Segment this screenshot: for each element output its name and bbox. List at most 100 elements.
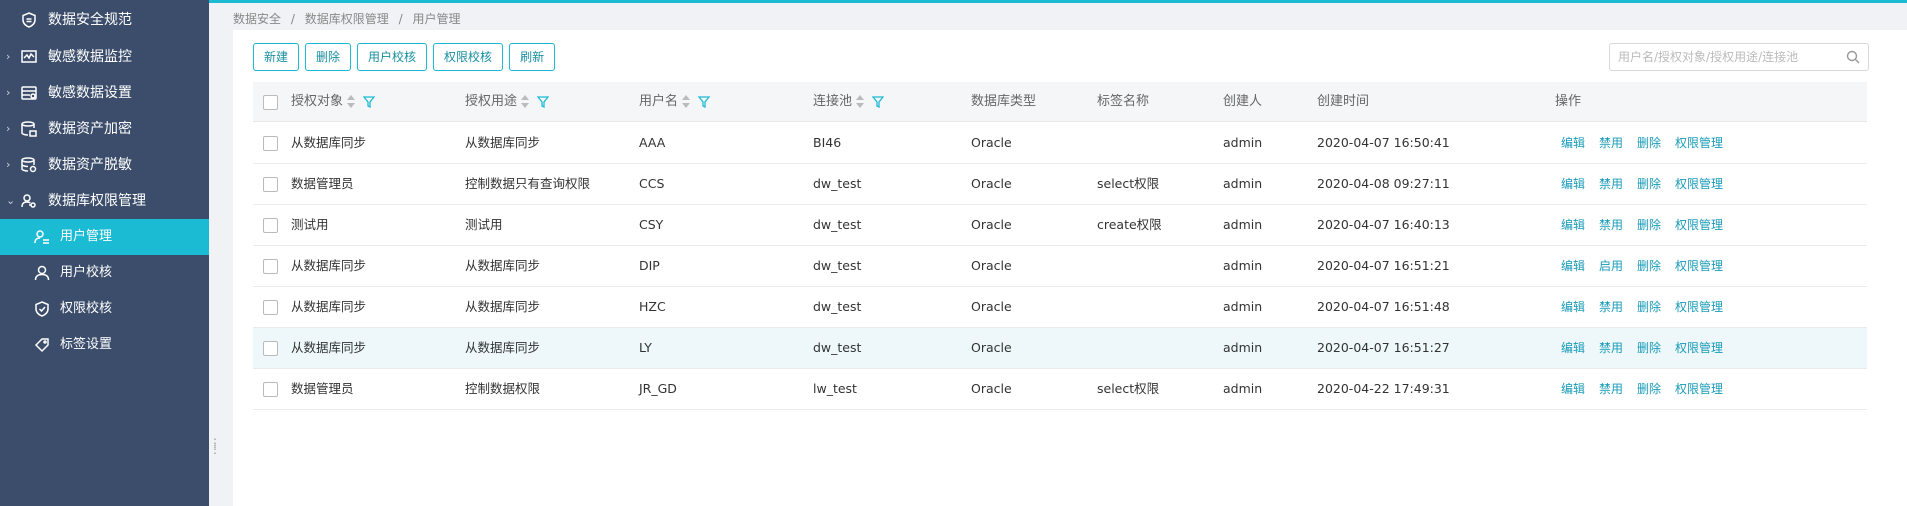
table-row[interactable]: 从数据库同步 从数据库同步 HZC dw_test Oracle admin 2020-04…: [253, 287, 1867, 328]
toggle-status-link[interactable]: 禁用: [1599, 300, 1623, 314]
filter-icon[interactable]: [363, 95, 376, 108]
row-checkbox[interactable]: [263, 136, 278, 151]
filter-icon[interactable]: [698, 95, 711, 108]
filter-icon[interactable]: [537, 95, 550, 108]
collapse-arrow-icon: ⌄: [6, 194, 16, 207]
delete-link[interactable]: 删除: [1637, 218, 1661, 232]
permission-manage-link[interactable]: 权限管理: [1675, 259, 1723, 273]
breadcrumb-item[interactable]: 数据安全: [233, 12, 281, 26]
row-checkbox[interactable]: [263, 177, 278, 192]
table-row[interactable]: 从数据库同步 从数据库同步 LY dw_test Oracle admin 2020-04-…: [253, 328, 1867, 369]
column-header-username[interactable]: 用户名: [639, 82, 711, 122]
new-button[interactable]: 新建: [253, 43, 300, 71]
edit-link[interactable]: 编辑: [1561, 300, 1585, 314]
cell-creator: admin: [1223, 340, 1263, 355]
sidebar-collapse-handle[interactable]: ⋮ ⋮: [209, 437, 221, 464]
row-checkbox[interactable]: [263, 382, 278, 397]
table-header: 授权对象 授权用途 用户名 连接池 数据库类型 标签名称 创建人 创建时间 操作: [253, 82, 1867, 122]
search-icon[interactable]: [1846, 50, 1860, 64]
column-header-target[interactable]: 授权对象: [291, 82, 376, 122]
cell-dbtype: Oracle: [971, 340, 1012, 355]
toggle-status-link[interactable]: 禁用: [1599, 218, 1623, 232]
refresh-button[interactable]: 刷新: [509, 43, 556, 71]
sidebar-subitem-user-management[interactable]: 用户管理: [0, 219, 209, 255]
sidebar-subitem-user-check[interactable]: 用户校核: [0, 255, 209, 291]
table-row[interactable]: 从数据库同步 从数据库同步 AAA BI46 Oracle admin 2020-04-07…: [253, 123, 1867, 164]
permission-check-button[interactable]: 权限校核: [433, 43, 504, 71]
toolbar: 新建 删除 用户校核 权限校核 刷新: [253, 43, 556, 71]
permission-manage-link[interactable]: 权限管理: [1675, 218, 1723, 232]
user-key-icon: [21, 194, 36, 208]
breadcrumb-separator: /: [398, 12, 403, 26]
cell-created: 2020-04-07 16:50:41: [1317, 135, 1450, 150]
sidebar-subitem-label: 用户管理: [60, 229, 113, 244]
delete-link[interactable]: 删除: [1637, 259, 1661, 273]
toggle-status-link[interactable]: 禁用: [1599, 136, 1623, 150]
sort-icon[interactable]: [347, 94, 356, 109]
sidebar-item-label: 数据库权限管理: [48, 193, 146, 209]
permission-manage-link[interactable]: 权限管理: [1675, 136, 1723, 150]
sort-icon[interactable]: [856, 94, 865, 109]
table-row[interactable]: 数据管理员 控制数据权限 JR_GD lw_test Oracle select权限 adm…: [253, 369, 1867, 410]
toggle-status-link[interactable]: 禁用: [1599, 382, 1623, 396]
user-check-button[interactable]: 用户校核: [357, 43, 428, 71]
sidebar-item-sensitive-settings[interactable]: › 敏感数据设置: [0, 75, 209, 111]
permission-manage-link[interactable]: 权限管理: [1675, 300, 1723, 314]
edit-link[interactable]: 编辑: [1561, 341, 1585, 355]
delete-link[interactable]: 删除: [1637, 136, 1661, 150]
breadcrumb-item[interactable]: 数据库权限管理: [305, 12, 389, 26]
cell-target: 从数据库同步: [291, 135, 367, 150]
sort-icon[interactable]: [521, 94, 530, 109]
delete-link[interactable]: 删除: [1637, 300, 1661, 314]
row-checkbox[interactable]: [263, 300, 278, 315]
row-checkbox[interactable]: [263, 218, 278, 233]
row-actions: 编辑 启用 删除 权限管理: [1561, 246, 1737, 286]
column-header-creator: 创建人: [1223, 94, 1263, 109]
delete-link[interactable]: 删除: [1637, 177, 1661, 191]
sidebar-item-sensitive-monitor[interactable]: › 敏感数据监控: [0, 39, 209, 75]
column-header-pool[interactable]: 连接池: [813, 82, 885, 122]
sidebar-item-db-permission[interactable]: ⌄ 数据库权限管理: [0, 183, 209, 219]
table-row[interactable]: 测试用 测试用 CSY dw_test Oracle create权限 admin 2020-…: [253, 205, 1867, 246]
sidebar-item-label: 敏感数据监控: [48, 49, 132, 65]
delete-link[interactable]: 删除: [1637, 382, 1661, 396]
edit-link[interactable]: 编辑: [1561, 177, 1585, 191]
sort-icon[interactable]: [682, 94, 691, 109]
edit-link[interactable]: 编辑: [1561, 218, 1585, 232]
sidebar-item-label: 敏感数据设置: [48, 85, 132, 101]
search-input[interactable]: [1618, 48, 1838, 66]
table-row[interactable]: 从数据库同步 从数据库同步 DIP dw_test Oracle admin 2020-04…: [253, 246, 1867, 287]
delete-button[interactable]: 删除: [305, 43, 352, 71]
expand-arrow-icon: ›: [6, 158, 11, 171]
sidebar-subitem-permission-check[interactable]: 权限校核: [0, 291, 209, 327]
toggle-status-link[interactable]: 禁用: [1599, 177, 1623, 191]
toggle-status-link[interactable]: 禁用: [1599, 341, 1623, 355]
column-header-operations: 操作: [1555, 94, 1582, 109]
cell-creator: admin: [1223, 381, 1263, 396]
sidebar-item-asset-encrypt[interactable]: › 数据资产加密: [0, 111, 209, 147]
sidebar-subitem-tag-settings[interactable]: 标签设置: [0, 327, 209, 363]
sidebar-item-label: 数据资产加密: [48, 121, 132, 137]
row-checkbox[interactable]: [263, 341, 278, 356]
column-header-dbtype: 数据库类型: [971, 94, 1037, 109]
sidebar-subitem-label: 标签设置: [60, 337, 113, 352]
table-row[interactable]: 数据管理员 控制数据只有查询权限 CCS dw_test Oracle select权限 a…: [253, 164, 1867, 205]
permission-manage-link[interactable]: 权限管理: [1675, 341, 1723, 355]
select-all-checkbox[interactable]: [263, 95, 278, 110]
edit-link[interactable]: 编辑: [1561, 259, 1585, 273]
filter-icon[interactable]: [872, 95, 885, 108]
sidebar-item-asset-mask[interactable]: › 数据资产脱敏: [0, 147, 209, 183]
sidebar-item-data-security-spec[interactable]: 数据安全规范: [0, 2, 209, 38]
sidebar-item-label: 数据资产脱敏: [48, 157, 132, 173]
delete-link[interactable]: 删除: [1637, 341, 1661, 355]
edit-link[interactable]: 编辑: [1561, 382, 1585, 396]
permission-manage-link[interactable]: 权限管理: [1675, 177, 1723, 191]
edit-link[interactable]: 编辑: [1561, 136, 1585, 150]
row-checkbox[interactable]: [263, 259, 278, 274]
toggle-status-link[interactable]: 启用: [1599, 259, 1623, 273]
shield-icon: [22, 12, 36, 28]
permission-manage-link[interactable]: 权限管理: [1675, 382, 1723, 396]
user-icon: [34, 265, 50, 281]
column-header-purpose[interactable]: 授权用途: [465, 82, 550, 122]
cell-target: 数据管理员: [291, 381, 354, 396]
